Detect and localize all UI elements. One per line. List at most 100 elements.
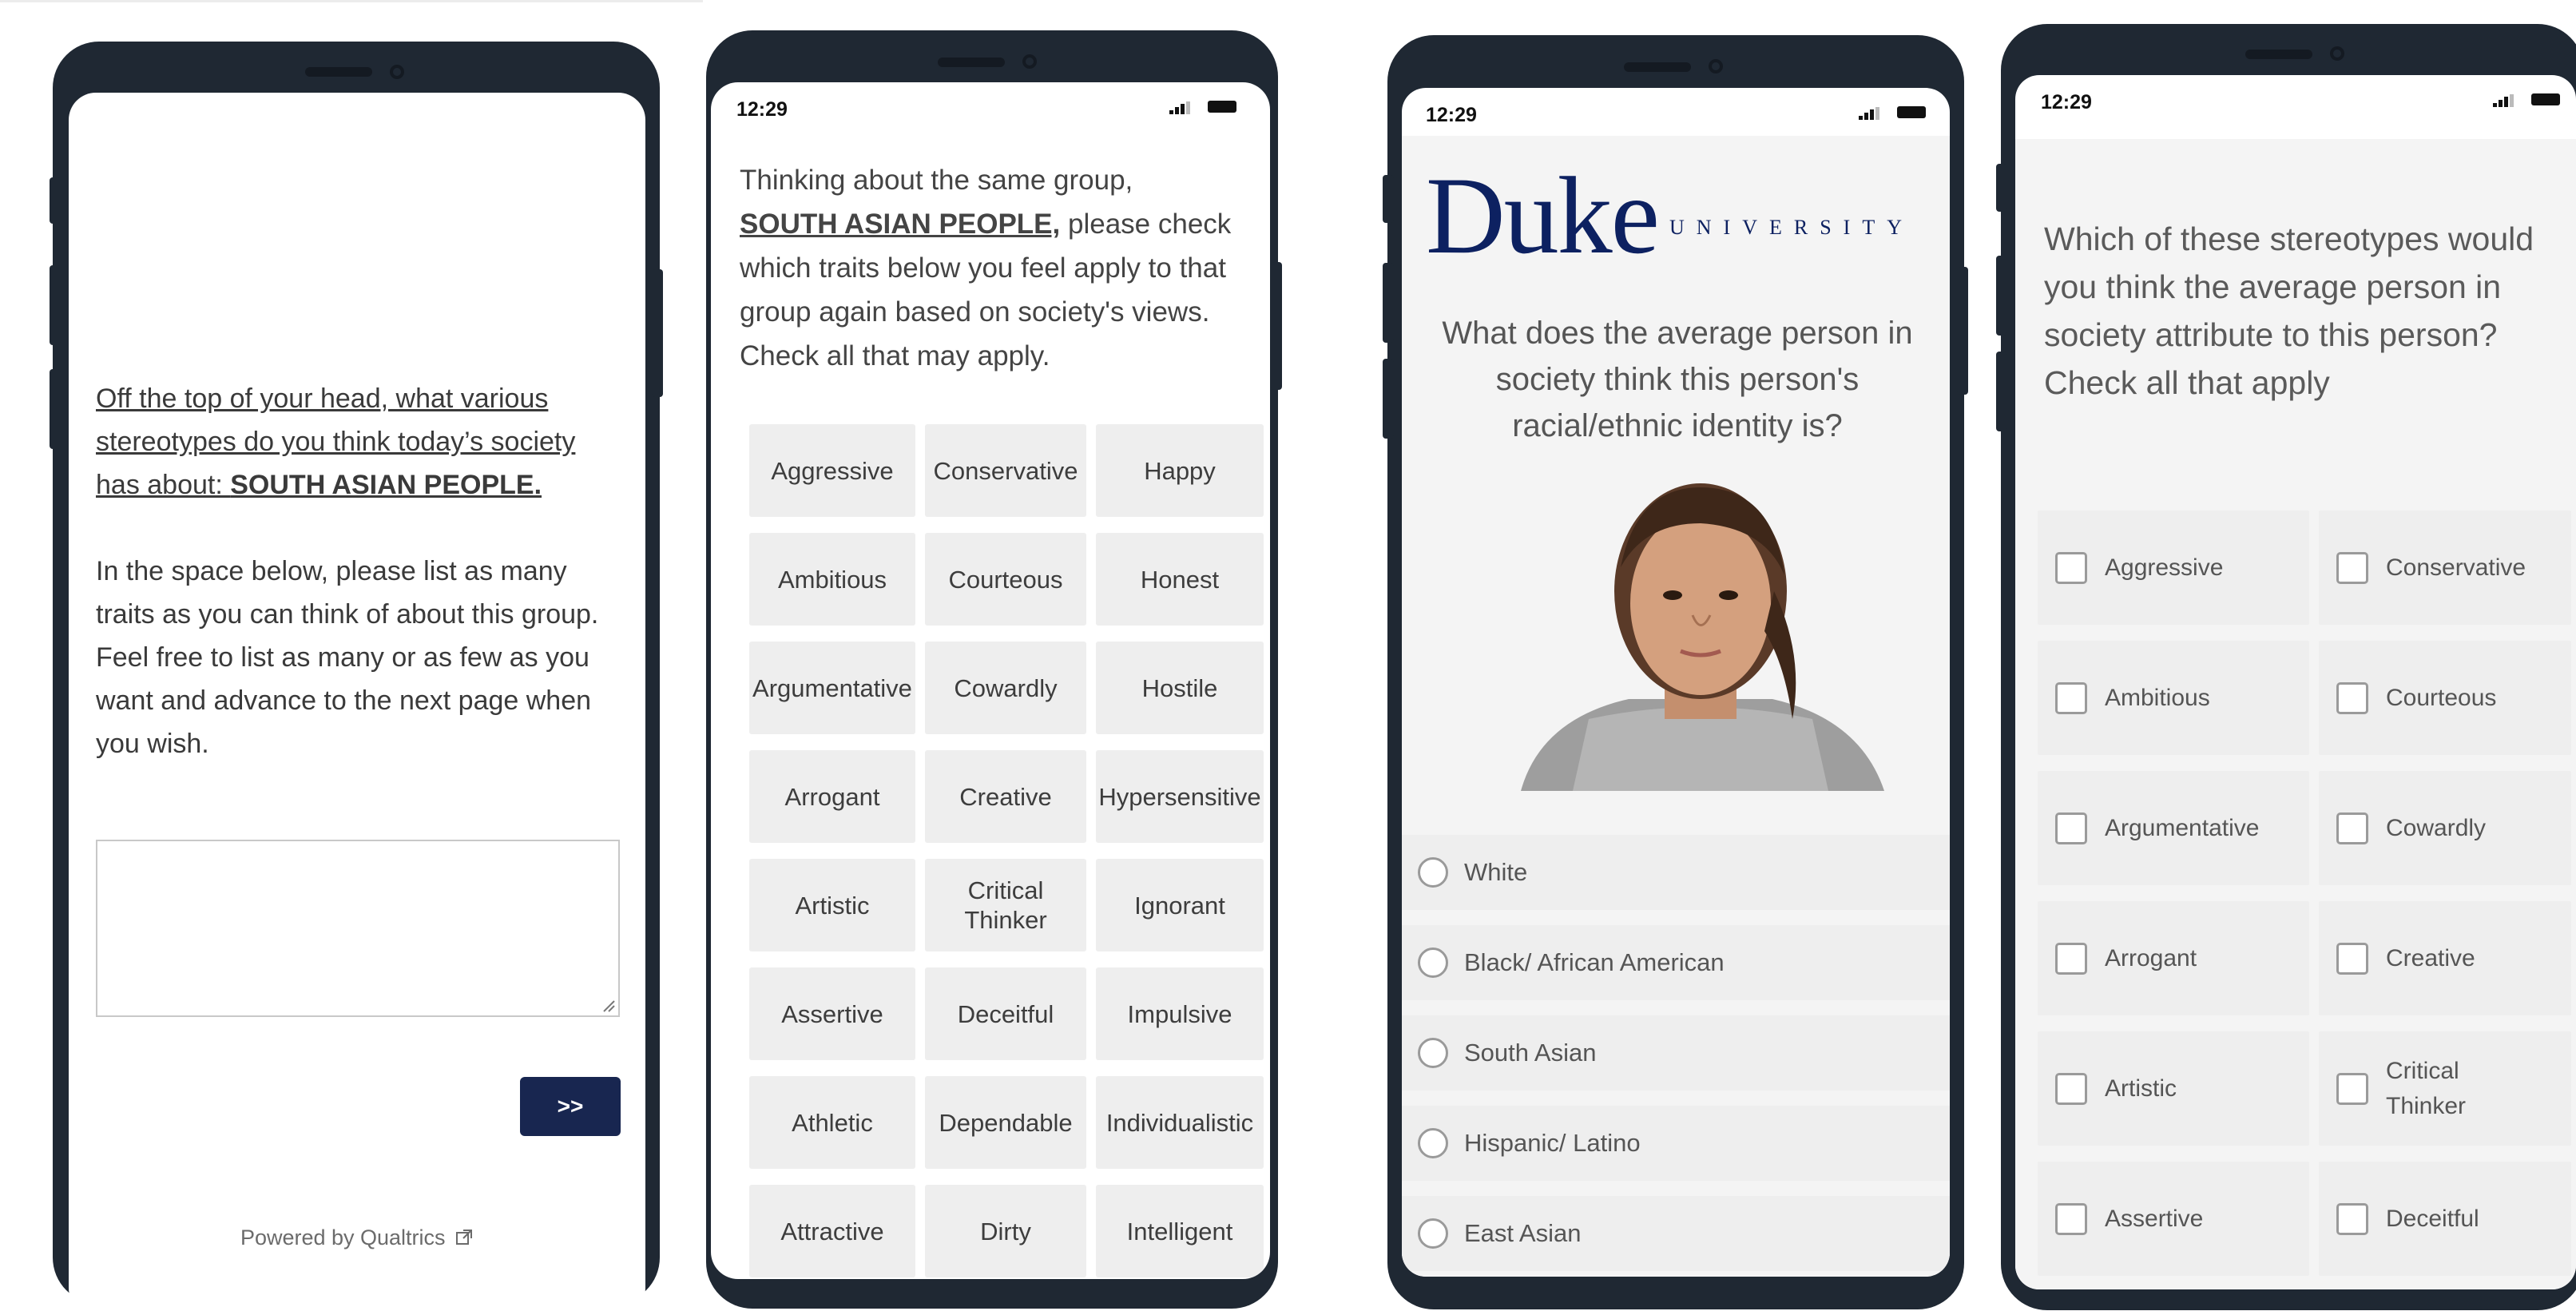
checkbox-icon[interactable] — [2336, 1072, 2368, 1105]
next-button[interactable]: >> — [520, 1077, 621, 1136]
checkbox-option-critical-thinker[interactable]: Critical Thinker — [2319, 1031, 2571, 1146]
question-text: Which of these stereotypes would you thi… — [2044, 220, 2534, 401]
checkbox-icon[interactable] — [2055, 812, 2087, 844]
external-link-icon — [456, 1230, 473, 1245]
side-button — [50, 265, 61, 345]
trait-option-ambitious[interactable]: Ambitious — [749, 533, 915, 626]
resize-handle-icon[interactable] — [601, 998, 615, 1012]
duke-logo: Duke UNIVERSITY — [1426, 161, 1937, 271]
status-time: 12:29 — [2041, 91, 2092, 113]
checkbox-icon[interactable] — [2055, 681, 2087, 714]
checkbox-icon[interactable] — [2055, 1202, 2087, 1235]
checkbox-icon[interactable] — [2336, 681, 2368, 714]
trait-option-happy[interactable]: Happy — [1096, 424, 1264, 517]
trait-option-deceitful[interactable]: Deceitful — [925, 967, 1086, 1060]
camera-dot — [1709, 59, 1723, 73]
radio-circle-icon[interactable] — [1418, 1218, 1448, 1249]
answer-options: White Black/ African American South Asian H… — [1402, 835, 1950, 1277]
side-button — [1271, 262, 1282, 390]
checkbox-icon[interactable] — [2336, 942, 2368, 975]
trait-option-attractive[interactable]: Attractive — [749, 1185, 915, 1277]
checkbox-option-cowardly[interactable]: Cowardly — [2319, 771, 2571, 885]
side-button — [1383, 175, 1394, 223]
checkbox-label: Cowardly — [2386, 814, 2487, 841]
phone-screen-3: 12:29 Duke UNIVERSITY What does the aver… — [1402, 88, 1950, 1277]
status-bar: 12:29 — [711, 82, 1270, 130]
checkbox-option-argumentative[interactable]: Argumentative — [2038, 771, 2309, 885]
instructions-text: In the space below, please list as many … — [96, 556, 599, 759]
face-photo — [1477, 455, 1924, 831]
checkbox-option-arrogant[interactable]: Arrogant — [2038, 901, 2309, 1015]
signal-icon — [1169, 101, 1192, 114]
checkbox-icon[interactable] — [2336, 1202, 2368, 1235]
trait-option-conservative[interactable]: Conservative — [925, 424, 1086, 517]
side-button — [50, 177, 61, 224]
checkbox-icon[interactable] — [2336, 551, 2368, 584]
checkbox-option-creative[interactable]: Creative — [2319, 901, 2571, 1015]
status-time: 12:29 — [1426, 104, 1477, 126]
checkbox-icon[interactable] — [2055, 551, 2087, 584]
trait-option-cowardly[interactable]: Cowardly — [925, 642, 1086, 734]
trait-option-creative[interactable]: Creative — [925, 750, 1086, 843]
checkbox-label: Argumentative — [2105, 814, 2260, 841]
trait-option-courteous[interactable]: Courteous — [925, 533, 1086, 626]
checkbox-icon[interactable] — [2055, 942, 2087, 975]
checkbox-option-deceitful[interactable]: Deceitful — [2319, 1162, 2571, 1276]
trait-option-hostile[interactable]: Hostile — [1096, 642, 1264, 734]
radio-circle-icon[interactable] — [1418, 857, 1448, 888]
checkbox-option-assertive[interactable]: Assertive — [2038, 1162, 2309, 1276]
checkbox-option-conservative[interactable]: Conservative — [2319, 511, 2571, 625]
trait-option-hypersensitive[interactable]: Hypersensitive — [1096, 750, 1264, 843]
checkbox-label: Courteous — [2386, 684, 2497, 711]
radio-option-black-african-american[interactable]: Black/ African American — [1402, 925, 1950, 1000]
trait-option-arrogant[interactable]: Arrogant — [749, 750, 915, 843]
trait-option-dirty[interactable]: Dirty — [925, 1185, 1086, 1277]
checkbox-option-ambitious[interactable]: Ambitious — [2038, 641, 2309, 755]
camera-dot — [1022, 54, 1037, 69]
group-name: SOUTH ASIAN PEOPLE. — [230, 470, 542, 500]
trait-option-artistic[interactable]: Artistic — [749, 859, 915, 951]
camera-dot — [390, 65, 404, 79]
side-button — [1383, 263, 1394, 343]
camera-dot — [2330, 46, 2344, 61]
trait-option-ignorant[interactable]: Ignorant — [1096, 859, 1264, 951]
radio-option-east-asian[interactable]: East Asian — [1402, 1196, 1950, 1271]
trait-option-intelligent[interactable]: Intelligent — [1096, 1185, 1264, 1277]
signal-icon — [2493, 94, 2515, 107]
top-divider — [0, 0, 703, 2]
powered-by-text: Powered by Qualtrics — [240, 1226, 446, 1249]
option-label: Black/ African American — [1464, 948, 1725, 976]
radio-circle-icon[interactable] — [1418, 1038, 1448, 1068]
checkbox-label: Aggressive — [2105, 554, 2224, 581]
checkbox-option-artistic[interactable]: Artistic — [2038, 1031, 2309, 1146]
question-text: What does the average person in society … — [1442, 316, 1913, 443]
radio-circle-icon[interactable] — [1418, 948, 1448, 978]
trait-option-dependable[interactable]: Dependable — [925, 1076, 1086, 1169]
trait-option-argumentative[interactable]: Argumentative — [749, 642, 915, 734]
trait-option-impulsive[interactable]: Impulsive — [1096, 967, 1264, 1060]
trait-option-athletic[interactable]: Athletic — [749, 1076, 915, 1169]
radio-option-south-asian[interactable]: South Asian — [1402, 1015, 1950, 1091]
radio-option-white[interactable]: White — [1402, 835, 1950, 910]
radio-circle-icon[interactable] — [1418, 1128, 1448, 1158]
side-button — [1996, 352, 2007, 431]
checkbox-label: Arrogant — [2105, 944, 2197, 971]
trait-option-individualistic[interactable]: Individualistic — [1096, 1076, 1264, 1169]
side-button — [1383, 359, 1394, 439]
trait-option-aggressive[interactable]: Aggressive — [749, 424, 915, 517]
traits-textarea[interactable] — [96, 840, 620, 1017]
side-button — [50, 369, 61, 449]
radio-option-hispanic-latino[interactable]: Hispanic/ Latino — [1402, 1106, 1950, 1181]
checkbox-option-courteous[interactable]: Courteous — [2319, 641, 2571, 755]
checkbox-option-aggressive[interactable]: Aggressive — [2038, 511, 2309, 625]
powered-by-link[interactable]: Powered by Qualtrics — [69, 1226, 645, 1250]
stereotype-grid: Aggressive Conservative Ambitious Courteous… — [2038, 511, 2571, 1276]
option-label: East Asian — [1464, 1219, 1582, 1247]
trait-option-honest[interactable]: Honest — [1096, 533, 1264, 626]
checkbox-label: Artistic — [2105, 1075, 2177, 1102]
checkbox-icon[interactable] — [2055, 1072, 2087, 1105]
trait-option-critical-thinker[interactable]: Critical Thinker — [925, 859, 1086, 951]
trait-option-assertive[interactable]: Assertive — [749, 967, 915, 1060]
checkbox-icon[interactable] — [2336, 812, 2368, 844]
status-bar: 12:29 — [2015, 75, 2576, 123]
